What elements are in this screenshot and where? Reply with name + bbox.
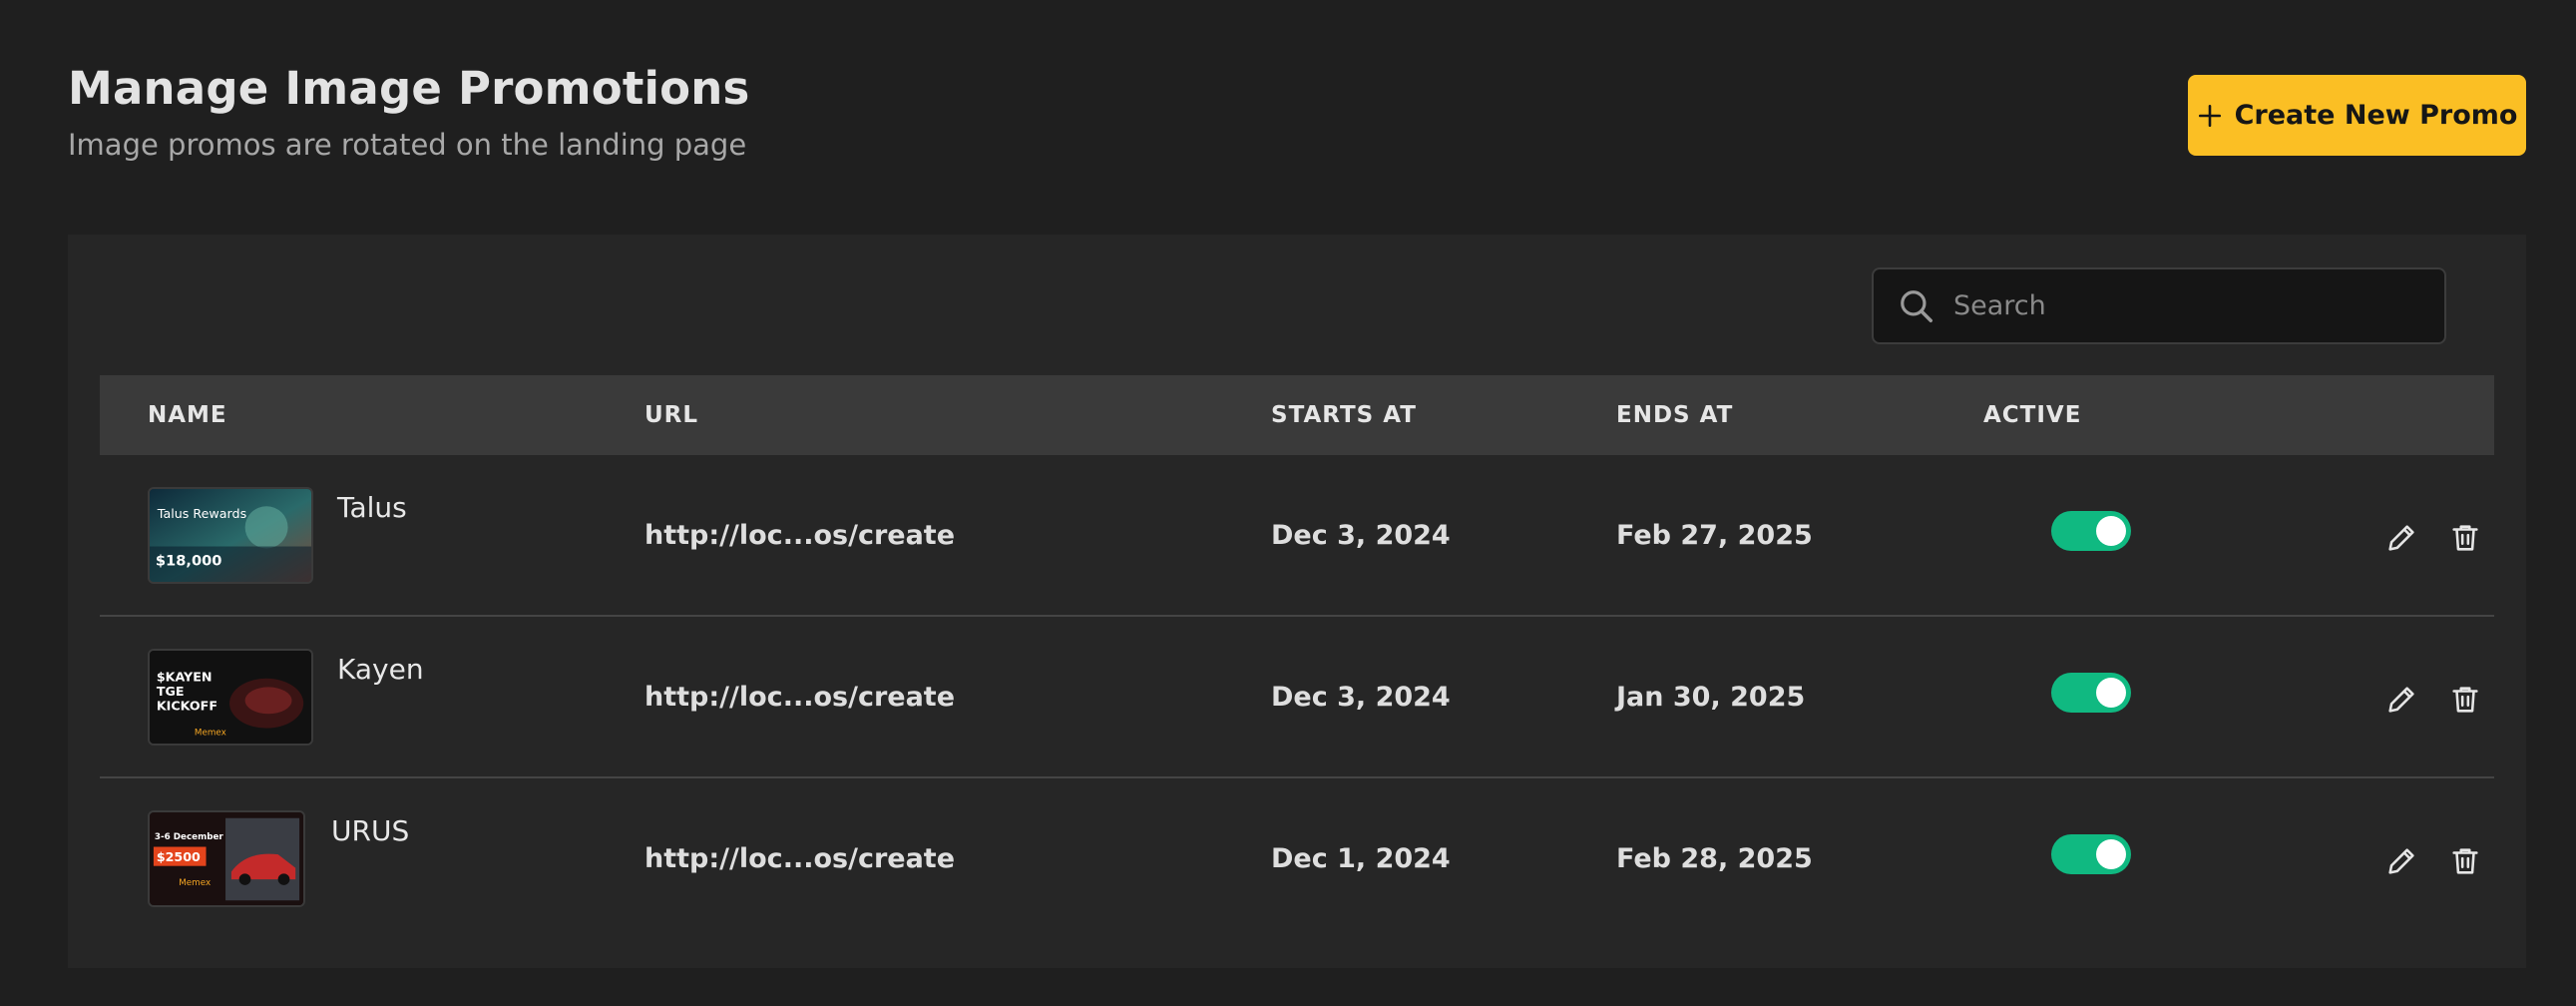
promo-name: URUS <box>331 814 410 847</box>
trash-icon <box>2452 848 2478 874</box>
promo-image: Talus Rewards $18,000 <box>150 489 311 582</box>
column-header-ends-at[interactable]: ENDS AT <box>1616 375 1733 455</box>
promo-url: http://loc...os/create <box>644 520 956 551</box>
edit-button[interactable] <box>2384 521 2418 555</box>
table-row: $KAYEN TGE KICKOFF Memex Kayen http://lo… <box>100 617 2494 778</box>
promo-url: http://loc...os/create <box>644 843 956 874</box>
table-row: 3-6 December $2500 Memex URUS http://loc… <box>100 778 2494 940</box>
promotions-panel: NAME URL STARTS AT ENDS AT ACTIVE Talus … <box>68 235 2526 968</box>
promo-name: Kayen <box>337 653 424 686</box>
delete-button[interactable] <box>2448 521 2482 555</box>
promo-ends-at: Jan 30, 2025 <box>1616 682 1806 713</box>
promo-url: http://loc...os/create <box>644 682 956 713</box>
thumb-brand: Memex <box>195 728 226 738</box>
plus-icon <box>2198 104 2221 127</box>
search-input[interactable] <box>1953 290 2392 321</box>
thumb-amount: $18,000 <box>156 554 222 570</box>
toggle-knob <box>2096 839 2126 869</box>
column-header-active[interactable]: ACTIVE <box>1983 375 2081 455</box>
active-toggle[interactable] <box>2051 834 2131 874</box>
column-header-name[interactable]: NAME <box>148 375 227 455</box>
promo-thumbnail: 3-6 December $2500 Memex <box>148 810 305 907</box>
promo-ends-at: Feb 28, 2025 <box>1616 843 1813 874</box>
page-title: Manage Image Promotions <box>68 62 750 115</box>
thumb-line-2: TGE <box>157 684 185 699</box>
promo-name: Talus <box>337 491 407 524</box>
pencil-icon <box>2388 848 2414 874</box>
table-row: Talus Rewards $18,000 Talus http://loc..… <box>100 455 2494 617</box>
column-header-url[interactable]: URL <box>644 375 698 455</box>
create-new-promo-button[interactable]: Create New Promo <box>2188 75 2526 156</box>
table-header: NAME URL STARTS AT ENDS AT ACTIVE <box>100 375 2494 455</box>
edit-button[interactable] <box>2384 683 2418 717</box>
delete-button[interactable] <box>2448 683 2482 717</box>
pencil-icon <box>2388 525 2414 551</box>
promo-image: $KAYEN TGE KICKOFF Memex <box>150 651 311 744</box>
promo-starts-at: Dec 3, 2024 <box>1271 520 1451 551</box>
thumb-brand: Memex <box>179 878 211 888</box>
pencil-icon <box>2388 687 2414 713</box>
promo-thumbnail: Talus Rewards $18,000 <box>148 487 313 584</box>
thumb-date: 3-6 December <box>155 832 224 842</box>
create-new-promo-label: Create New Promo <box>2234 100 2518 131</box>
promo-ends-at: Feb 27, 2025 <box>1616 520 1813 551</box>
search-box <box>1872 267 2446 344</box>
thumb-line-1: $KAYEN <box>157 670 213 685</box>
thumb-title: Talus Rewards <box>157 506 246 521</box>
search-icon <box>1901 289 1932 322</box>
toggle-knob <box>2096 516 2126 546</box>
trash-icon <box>2452 525 2478 551</box>
column-header-starts-at[interactable]: STARTS AT <box>1271 375 1417 455</box>
active-toggle[interactable] <box>2051 673 2131 713</box>
toggle-knob <box>2096 678 2126 708</box>
promo-thumbnail: $KAYEN TGE KICKOFF Memex <box>148 649 313 746</box>
promo-image: 3-6 December $2500 Memex <box>150 812 303 905</box>
thumb-amount: $2500 <box>157 849 201 864</box>
promo-starts-at: Dec 1, 2024 <box>1271 843 1451 874</box>
promo-starts-at: Dec 3, 2024 <box>1271 682 1451 713</box>
trash-icon <box>2452 687 2478 713</box>
thumb-line-3: KICKOFF <box>157 699 217 714</box>
delete-button[interactable] <box>2448 844 2482 878</box>
edit-button[interactable] <box>2384 844 2418 878</box>
active-toggle[interactable] <box>2051 511 2131 551</box>
page-subtitle: Image promos are rotated on the landing … <box>68 128 747 162</box>
